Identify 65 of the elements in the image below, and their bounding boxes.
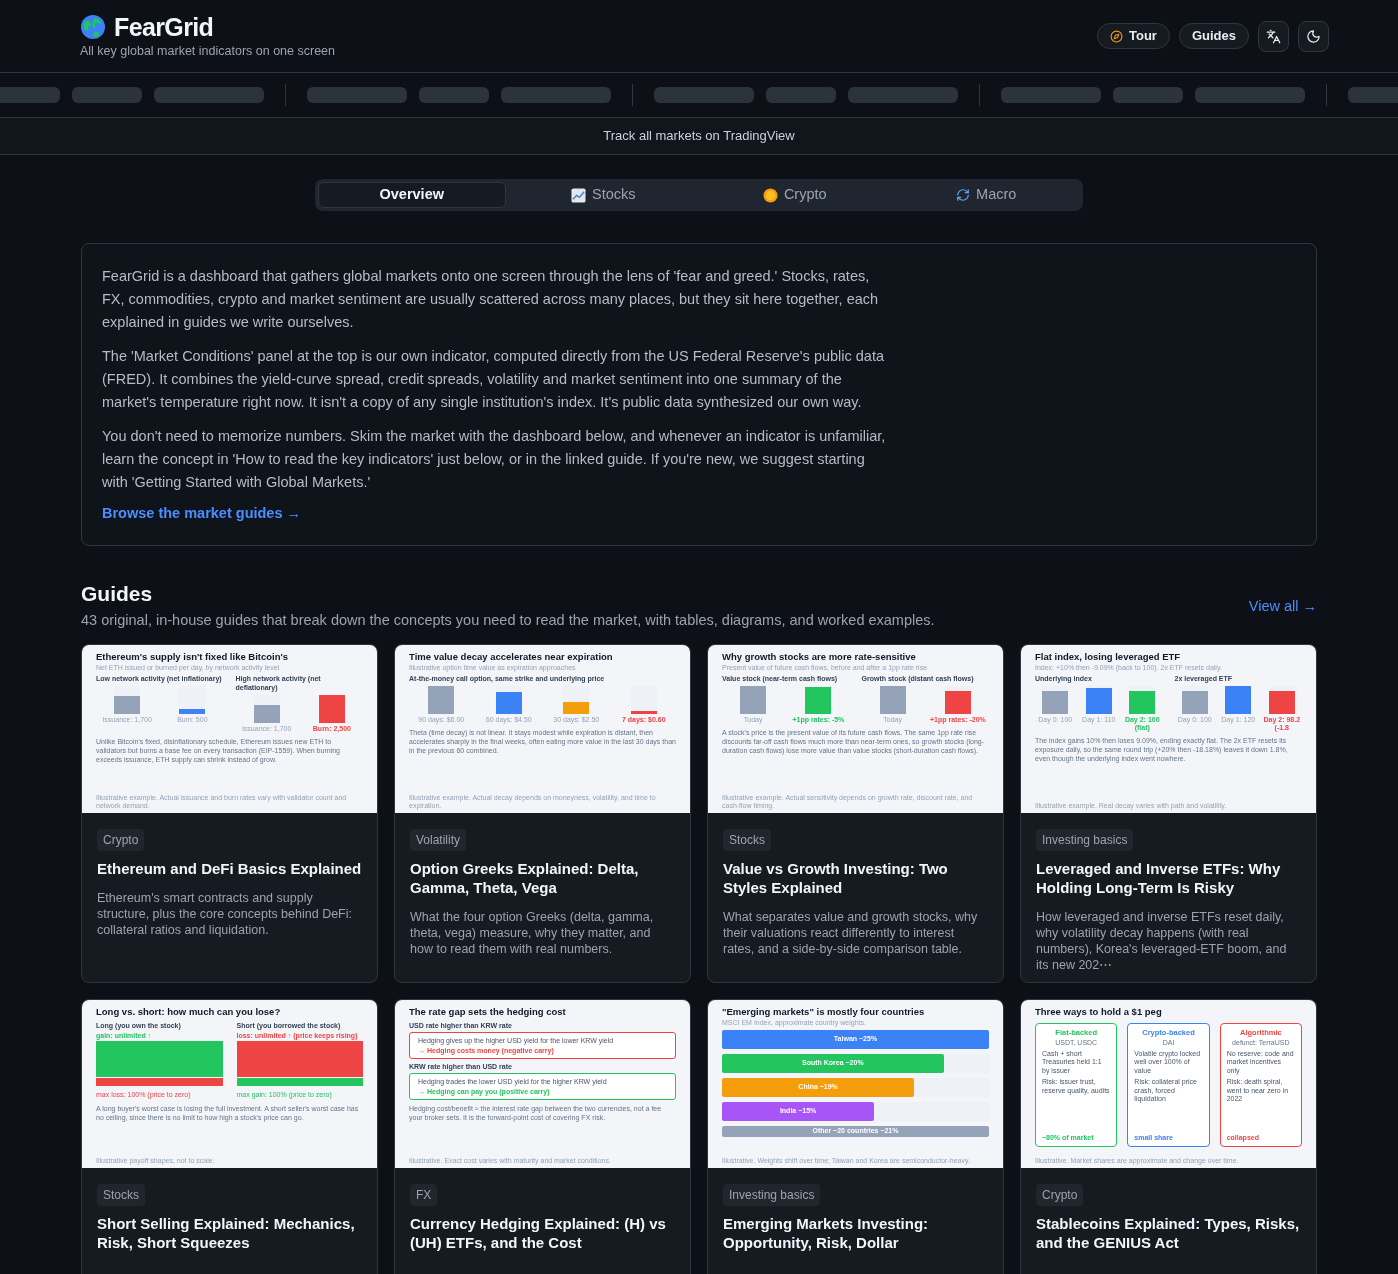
guide-title: Leveraged and Inverse ETFs: Why Holding Long-Term Is Risky (1036, 858, 1282, 897)
translate-icon (1266, 28, 1281, 44)
globe-logo-icon (80, 13, 106, 40)
category-badge: Stocks (97, 1183, 145, 1206)
loading-placeholder (72, 87, 142, 103)
theme-toggle-button[interactable] (1298, 20, 1329, 52)
guide-card[interactable] (394, 998, 691, 1274)
loading-placeholder (419, 87, 489, 103)
loading-placeholder (766, 87, 836, 103)
guides-description: 43 original, in-house guides that break down the concepts you need to read the market, with tables, diagrams, and worked examples. (81, 611, 935, 630)
thumbnail-title: Why growth stocks are more rate-sensitive (722, 650, 917, 663)
chart-icon (571, 187, 586, 203)
view-all-link[interactable]: View all → (1248, 596, 1317, 618)
guide-description: What separates value and growth stocks, why their valuations react differently to interest rates, and a side-by-side comparison table. (723, 908, 979, 957)
guide-card[interactable] (81, 643, 378, 983)
brand-tagline: All key global market indicators on one screen (80, 42, 335, 60)
guide-card[interactable] (394, 643, 691, 983)
tradingview-link[interactable]: Track all markets on TradingView (603, 126, 795, 146)
thumbnail-title: Flat index, losing leveraged ETF (1035, 650, 1182, 663)
thumbnail-title: Time value decay accelerates near expiration (409, 650, 614, 663)
compass-icon (1110, 29, 1123, 43)
category-badge: Investing basics (723, 1183, 821, 1206)
category-badge: Crypto (1036, 1183, 1084, 1206)
guide-description: Ethereum's smart contracts and supply structure, plus the core concepts behind DeFi: collateral ratios and liquidation. (97, 889, 353, 938)
tab[interactable]: Stocks (509, 182, 697, 208)
category-badge: Investing basics (1036, 828, 1134, 851)
category-badge: Crypto (97, 828, 145, 851)
thumbnail-title: The rate gap sets the hedging cost (409, 1005, 567, 1018)
guide-card[interactable] (707, 643, 1004, 983)
thumbnail-title: Three ways to hold a $1 peg (1035, 1005, 1163, 1018)
category-badge: Volatility (410, 828, 467, 851)
category-badge: Stocks (723, 828, 771, 851)
guide-title: Stablecoins Explained: Types, Risks, and the GENIUS Act (1036, 1213, 1301, 1252)
brand-name: FearGrid (114, 11, 214, 42)
moon-icon (1306, 28, 1321, 44)
guide-title: Value vs Growth Investing: Two Styles Explained (723, 858, 949, 897)
guides-link[interactable]: Browse the market guides → (102, 503, 302, 525)
guides-heading: Guides (81, 581, 154, 607)
intro-paragraph: FearGrid is a dashboard that gathers global markets onto one screen through the lens of 'fear and greed.' Stocks, rates, FX, commodities, crypto and market sentiment are usually scattered across many places, but they sit here together, each explained in guides we write ourselves. (102, 267, 880, 332)
guide-title: Currency Hedging Explained: (H) vs (UH) ETFs, and the Cost (410, 1213, 667, 1252)
tab[interactable]: Macro (892, 182, 1080, 208)
language-button[interactable] (1258, 20, 1289, 52)
thumbnail-title: "Emerging markets" is mostly four countries (722, 1005, 926, 1018)
guide-card[interactable] (81, 998, 378, 1274)
guide-card[interactable] (707, 998, 1004, 1274)
thumbnail-title: Ethereum's supply isn't fixed like Bitcoin's (96, 650, 290, 663)
guide-card[interactable] (1020, 643, 1317, 983)
guide-card[interactable] (1020, 998, 1317, 1274)
tour-button[interactable]: Tour (1097, 23, 1170, 49)
tab[interactable]: Overview (318, 182, 506, 208)
loading-placeholder (1113, 87, 1183, 103)
guide-title: Ethereum and DeFi Basics Explained (97, 858, 362, 878)
intro-paragraph: The 'Market Conditions' panel at the top is our own indicator, computed directly from the US Federal Reserve's public data (FRED). It combines the yield-curve spread, credit spreads, volatility and market sentiment into one summary of the market's temperature right now. It isn't a copy of any single institution's index. It's public data synthesized our own way. (102, 347, 886, 412)
guide-title: Emerging Markets Investing: Opportunity, Risk, Dollar (723, 1213, 930, 1252)
guide-title: Short Selling Explained: Mechanics, Risk, Short Squeezes (97, 1213, 356, 1252)
coin-icon (762, 187, 778, 203)
tab[interactable]: Crypto (701, 182, 889, 208)
guide-description: How leveraged and inverse ETFs reset daily, why volatility decay happens (with real numbers), Korea's leveraged-ETF boom, and its new 202⋯ (1036, 908, 1288, 973)
cycle-arrows-icon (956, 188, 971, 202)
guides-button[interactable]: Guides (1178, 23, 1249, 49)
guide-description: What the four option Greeks (delta, gamma, theta, vega) measure, why they matter, and how to read them with real numbers. (410, 908, 655, 957)
category-badge: FX (410, 1183, 438, 1206)
guide-title: Option Greeks Explained: Delta, Gamma, Theta, Vega (410, 858, 640, 897)
intro-paragraph: You don't need to memorize numbers. Skim the market with the dashboard below, and whenever an indicator is unfamiliar, learn the concept in 'How to read the key indicators' just below, or in the linked guide. If you're new, we suggest starting with 'Getting Started with Global Markets.' (102, 427, 887, 492)
thumbnail-title: Long vs. short: how much can you lose? (96, 1005, 282, 1018)
